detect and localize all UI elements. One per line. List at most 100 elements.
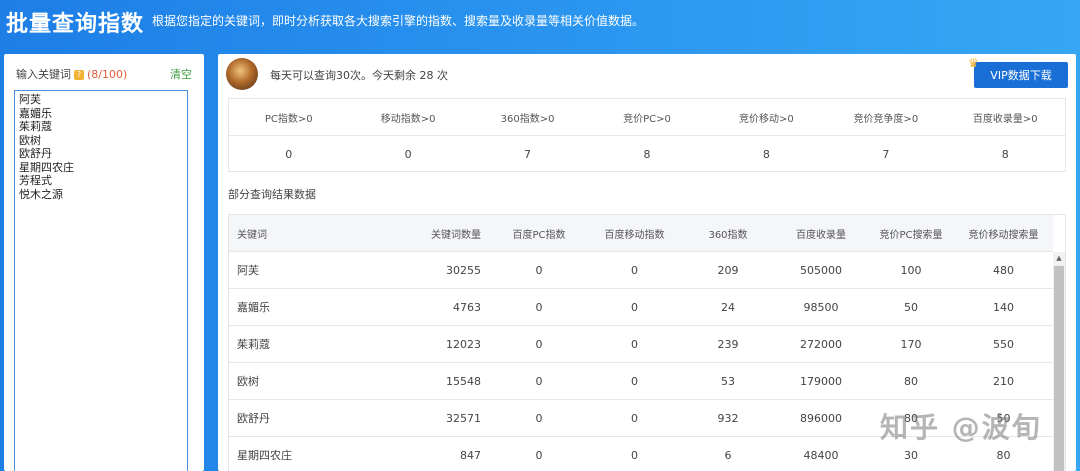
scroll-thumb[interactable] <box>1054 266 1064 471</box>
table-row[interactable]: 嘉媚乐 4763 0 0 24 98500 50 140 <box>229 289 1053 326</box>
cell-indexed: 896000 <box>800 411 842 425</box>
stats-value-cell: 8 <box>643 147 651 161</box>
cell-360: 24 <box>721 300 735 314</box>
keyword-line: 嘉媚乐 <box>19 106 52 120</box>
clear-button[interactable]: 清空 <box>170 66 192 82</box>
stats-value-cell: 7 <box>524 147 532 161</box>
keyword-line: 茱莉蔻 <box>19 120 52 133</box>
page-subtitle: 根据您指定的关键词，即时分析获取各大搜索引擎的指数、搜索量及收录量等相关价值数据… <box>152 14 645 28</box>
cell-baidu-pc: 0 <box>535 300 543 314</box>
cell-baidu-mobile: 0 <box>631 448 638 462</box>
stats-value-cell: 7 <box>882 147 890 161</box>
cell-bid-pc: 100 <box>900 263 922 277</box>
vip-download-button[interactable]: ♛ VIP数据下载 <box>968 56 1068 88</box>
cell-indexed: 505000 <box>800 263 842 277</box>
cell-360: 53 <box>721 374 735 388</box>
cell-keyword: 欧树 <box>237 375 259 388</box>
stats-table: PC指数>0 移动指数>0 360指数>0 竞价PC>0 竞价移动>0 竞价竞争… <box>228 98 1066 172</box>
cell-keyword: 茱莉蔻 <box>237 338 270 351</box>
question-icon[interactable]: ? <box>74 70 84 80</box>
cell-360: 932 <box>717 411 739 425</box>
stats-header-cell: 百度收录量>0 <box>972 113 1038 125</box>
cell-keyword-count: 847 <box>460 448 481 462</box>
keyword-textarea[interactable]: 阿芙 嘉媚乐 茱莉蔻 欧树 欧舒丹 星期四农庄 芳程式 悦木之源 <box>14 90 188 471</box>
results-header-row: 关键词 关键词数量 百度PC指数 百度移动指数 360指数 百度收录量 竞价PC… <box>229 215 1053 252</box>
cell-keyword: 欧舒丹 <box>237 412 270 425</box>
stats-value-cell: 0 <box>404 147 412 161</box>
column-header: 360指数 <box>708 229 748 241</box>
quota-text: 每天可以查询30次。今天剩余 28 次 <box>270 69 448 82</box>
table-row[interactable]: 茱莉蔻 12023 0 0 239 272000 170 550 <box>229 326 1053 363</box>
table-row[interactable]: 欧树 15548 0 0 53 179000 80 210 <box>229 363 1053 400</box>
cell-keyword-count: 32571 <box>446 411 481 425</box>
avatar[interactable] <box>226 58 258 90</box>
results-section-title: 部分查询结果数据 <box>228 188 316 201</box>
cell-360: 209 <box>717 263 739 277</box>
scroll-up-icon[interactable]: ▲ <box>1053 252 1065 264</box>
cell-bid-pc: 80 <box>904 374 918 388</box>
cell-baidu-pc: 0 <box>535 448 543 462</box>
cell-360: 239 <box>717 337 739 351</box>
cell-baidu-pc: 0 <box>535 337 543 351</box>
stats-value-cell: 0 <box>285 147 293 161</box>
keyword-line: 星期四农庄 <box>19 160 74 174</box>
column-header: 关键词 <box>237 229 267 241</box>
watermark: 知乎 @波旬 <box>880 411 1042 444</box>
cell-bid-pc: 50 <box>904 300 918 314</box>
cell-bid-mobile: 210 <box>993 374 1014 388</box>
vip-download-label: VIP数据下载 <box>990 69 1052 82</box>
stats-header-cell: 移动指数>0 <box>380 113 436 125</box>
cell-keyword: 阿芙 <box>237 264 259 277</box>
cell-keyword-count: 30255 <box>446 263 481 277</box>
stats-header-cell: 竞价PC>0 <box>623 113 671 125</box>
cell-baidu-mobile: 0 <box>631 374 638 388</box>
page-header: 批量查询指数 根据您指定的关键词，即时分析获取各大搜索引擎的指数、搜索量及收录量… <box>0 0 1080 50</box>
column-header: 关键词数量 <box>431 229 481 241</box>
stats-value-cell: 8 <box>762 147 770 161</box>
cell-baidu-pc: 0 <box>535 263 543 277</box>
cell-bid-pc: 170 <box>900 337 922 351</box>
keyword-input-label: 输入关键词? (8/100) <box>16 66 127 82</box>
keyword-line: 欧舒丹 <box>19 147 52 160</box>
cell-keyword: 星期四农庄 <box>237 449 292 462</box>
keyword-line: 欧树 <box>19 133 41 147</box>
crown-icon: ♛ <box>968 56 979 70</box>
cell-indexed: 48400 <box>803 448 839 462</box>
keyword-label-text: 输入关键词 <box>16 68 71 81</box>
cell-baidu-pc: 0 <box>535 374 543 388</box>
cell-baidu-mobile: 0 <box>631 337 638 351</box>
cell-keyword-count: 15548 <box>446 374 481 388</box>
stats-header-cell: PC指数>0 <box>264 113 313 125</box>
column-header: 百度移动指数 <box>604 229 665 241</box>
keyword-line: 阿芙 <box>19 93 41 106</box>
cell-baidu-mobile: 0 <box>631 300 638 314</box>
keyword-count: (8/100) <box>87 68 128 81</box>
column-header: 竞价PC搜索量 <box>879 229 943 241</box>
keyword-input-panel: 输入关键词? (8/100) 清空 阿芙 嘉媚乐 茱莉蔻 欧树 欧舒丹 星期四农庄… <box>4 54 204 471</box>
cell-indexed: 272000 <box>800 337 842 351</box>
keyword-line: 芳程式 <box>19 174 52 187</box>
cell-360: 6 <box>724 448 732 462</box>
keyword-line: 悦木之源 <box>19 187 63 201</box>
stats-header-cell: 竞价竞争度>0 <box>853 113 919 125</box>
page-title: 批量查询指数 <box>6 12 145 37</box>
cell-baidu-pc: 0 <box>535 411 543 425</box>
cell-indexed: 98500 <box>803 300 839 314</box>
cell-keyword: 嘉媚乐 <box>237 301 270 314</box>
stats-value-row: 0 0 7 8 8 7 8 <box>229 136 1065 172</box>
cell-keyword-count: 4763 <box>453 300 481 314</box>
column-header: 百度PC指数 <box>512 229 566 241</box>
table-scrollbar[interactable]: ▲ <box>1053 252 1065 471</box>
table-row[interactable]: 阿芙 30255 0 0 209 505000 100 480 <box>229 252 1053 289</box>
column-header: 百度收录量 <box>796 229 846 241</box>
cell-indexed: 179000 <box>800 374 842 388</box>
cell-keyword-count: 12023 <box>446 337 481 351</box>
cell-baidu-mobile: 0 <box>631 411 638 425</box>
cell-bid-mobile: 140 <box>993 300 1014 314</box>
cell-baidu-mobile: 0 <box>631 263 638 277</box>
column-header: 竞价移动搜索量 <box>968 229 1039 241</box>
stats-header-cell: 竞价移动>0 <box>739 113 794 125</box>
stats-header-row: PC指数>0 移动指数>0 360指数>0 竞价PC>0 竞价移动>0 竞价竞争… <box>229 99 1065 136</box>
stats-value-cell: 8 <box>1001 147 1009 161</box>
stats-header-cell: 360指数>0 <box>500 113 555 125</box>
